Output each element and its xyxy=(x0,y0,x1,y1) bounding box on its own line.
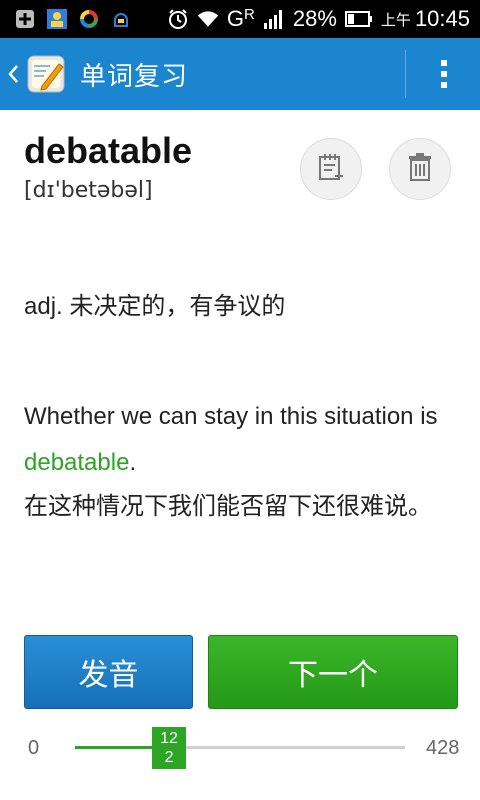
delete-button[interactable] xyxy=(389,138,451,200)
wifi-icon xyxy=(197,8,219,30)
progress-slider-thumb[interactable]: 12 2 xyxy=(152,727,187,769)
example-text-before: Whether we can stay in this situation is xyxy=(24,403,438,430)
pronounce-button[interactable]: 发音 xyxy=(24,635,193,709)
contacts-icon xyxy=(46,8,68,30)
overflow-menu-icon[interactable] xyxy=(408,38,480,110)
network-label: G xyxy=(226,6,245,31)
battery-icon xyxy=(344,8,373,30)
signal-icon xyxy=(263,8,285,30)
example-text-after: . xyxy=(129,449,137,476)
headword: debatable xyxy=(24,130,193,171)
definition: adj. 未决定的，有争议的 xyxy=(24,293,286,320)
usb-debug-icon xyxy=(110,8,132,30)
notebook-add-icon xyxy=(316,152,346,186)
example-highlight: debatable xyxy=(24,449,130,476)
app-logo-icon[interactable] xyxy=(26,54,66,94)
thumb-value-line2: 2 xyxy=(164,749,174,766)
slider-max-label: 428 xyxy=(426,737,460,759)
battery-percent: 28% xyxy=(292,6,337,31)
sync-icon xyxy=(78,8,100,30)
phonetic: [dɪ'betəbəl] xyxy=(24,178,153,203)
page-title: 单词复习 xyxy=(80,60,189,91)
progress-slider-track[interactable] xyxy=(75,746,405,749)
next-button[interactable]: 下一个 xyxy=(208,635,458,709)
example-translation: 在这种情况下我们能否留下还很难说。 xyxy=(24,493,432,520)
network-sup: R xyxy=(244,6,255,23)
thumb-value-line1: 12 xyxy=(160,730,178,747)
network-type: G R xyxy=(227,6,255,32)
appbar-divider xyxy=(405,50,406,98)
clock-time: 10:45 xyxy=(414,6,470,31)
time-ampm: 上午 xyxy=(380,11,411,29)
app-bar: 单词复习 xyxy=(0,38,480,110)
back-chevron-icon[interactable] xyxy=(2,64,24,84)
example-sentence: Whether we can stay in this situation is… xyxy=(24,394,454,486)
trash-icon xyxy=(407,152,433,186)
status-bar: G R 28% 上午 10:45 xyxy=(0,0,480,38)
slider-min-label: 0 xyxy=(28,737,40,759)
add-icon xyxy=(14,8,36,30)
alarm-icon xyxy=(167,8,189,30)
add-to-notebook-button[interactable] xyxy=(300,138,362,200)
